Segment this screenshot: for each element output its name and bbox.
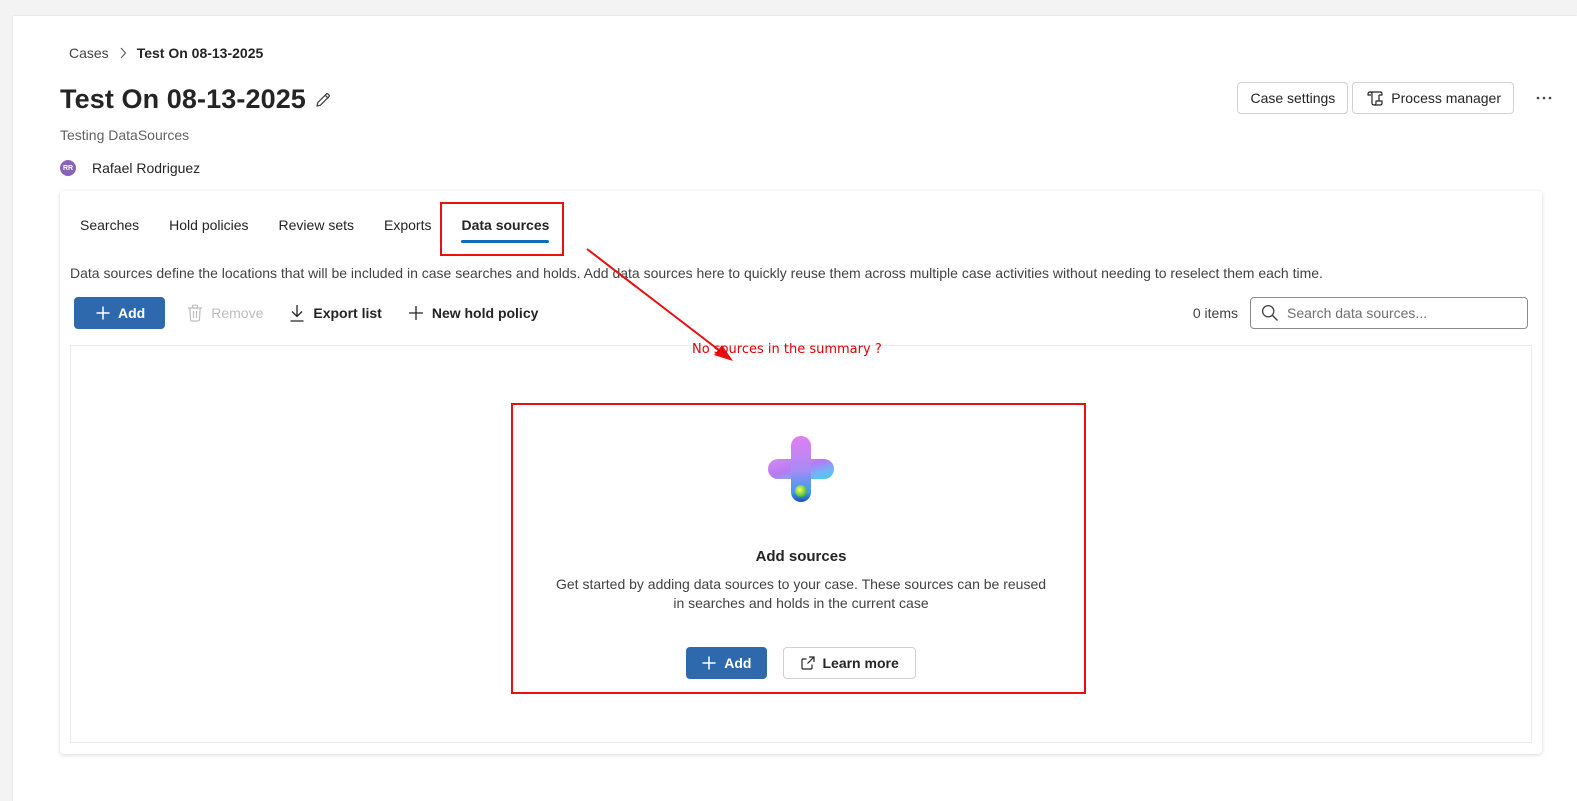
annotation-note: No sources in the summary ? [692, 342, 882, 357]
more-options-icon[interactable] [1534, 82, 1554, 114]
plus-icon [408, 305, 424, 321]
case-description: Testing DataSources [60, 127, 190, 143]
download-icon [289, 304, 305, 322]
new-hold-policy-button[interactable]: New hold policy [404, 297, 543, 329]
case-settings-button[interactable]: Case settings [1237, 82, 1349, 114]
page-title: Test On 08-13-2025 [60, 84, 306, 114]
header-actions: Case settings Process manager [1237, 82, 1554, 114]
new-hold-policy-label: New hold policy [431, 305, 539, 321]
process-manager-button[interactable]: Process manager [1352, 82, 1514, 114]
title-row: Test On 08-13-2025 [60, 84, 332, 115]
toolbar-right: 0 items [1193, 297, 1528, 329]
scroll-icon [1365, 88, 1385, 108]
remove-label: Remove [211, 305, 264, 321]
tab-searches[interactable]: Searches [70, 205, 149, 245]
tab-review-sets[interactable]: Review sets [269, 205, 364, 245]
plus-icon [96, 306, 110, 320]
process-manager-label: Process manager [1391, 90, 1501, 106]
trash-icon [187, 304, 203, 322]
add-button[interactable]: Add [74, 297, 166, 329]
annotation-box-empty-state [511, 403, 1086, 694]
breadcrumb: Cases Test On 08-13-2025 [69, 45, 263, 61]
search-input[interactable] [1287, 305, 1517, 321]
tab-description: Data sources define the locations that w… [70, 265, 1323, 281]
export-list-label: Export list [313, 305, 382, 321]
breadcrumb-cases-link[interactable]: Cases [69, 45, 109, 61]
annotation-box-tab [440, 202, 564, 256]
avatar: RR [60, 160, 76, 176]
add-label: Add [118, 305, 146, 321]
pencil-icon[interactable] [314, 91, 332, 109]
item-count: 0 items [1192, 305, 1238, 321]
chevron-right-icon [119, 47, 127, 59]
tab-exports[interactable]: Exports [374, 205, 441, 245]
tab-hold-policies[interactable]: Hold policies [159, 205, 258, 245]
search-icon [1261, 304, 1279, 322]
case-owner: RR Rafael Rodriguez [60, 160, 200, 176]
search-box[interactable] [1250, 297, 1528, 329]
owner-name: Rafael Rodriguez [92, 160, 201, 176]
export-list-button[interactable]: Export list [285, 297, 385, 329]
breadcrumb-current: Test On 08-13-2025 [136, 45, 264, 61]
command-bar: Add Remove Export list New hold policy 0… [74, 297, 1528, 329]
remove-button[interactable]: Remove [183, 297, 267, 329]
case-settings-label: Case settings [1250, 90, 1336, 106]
